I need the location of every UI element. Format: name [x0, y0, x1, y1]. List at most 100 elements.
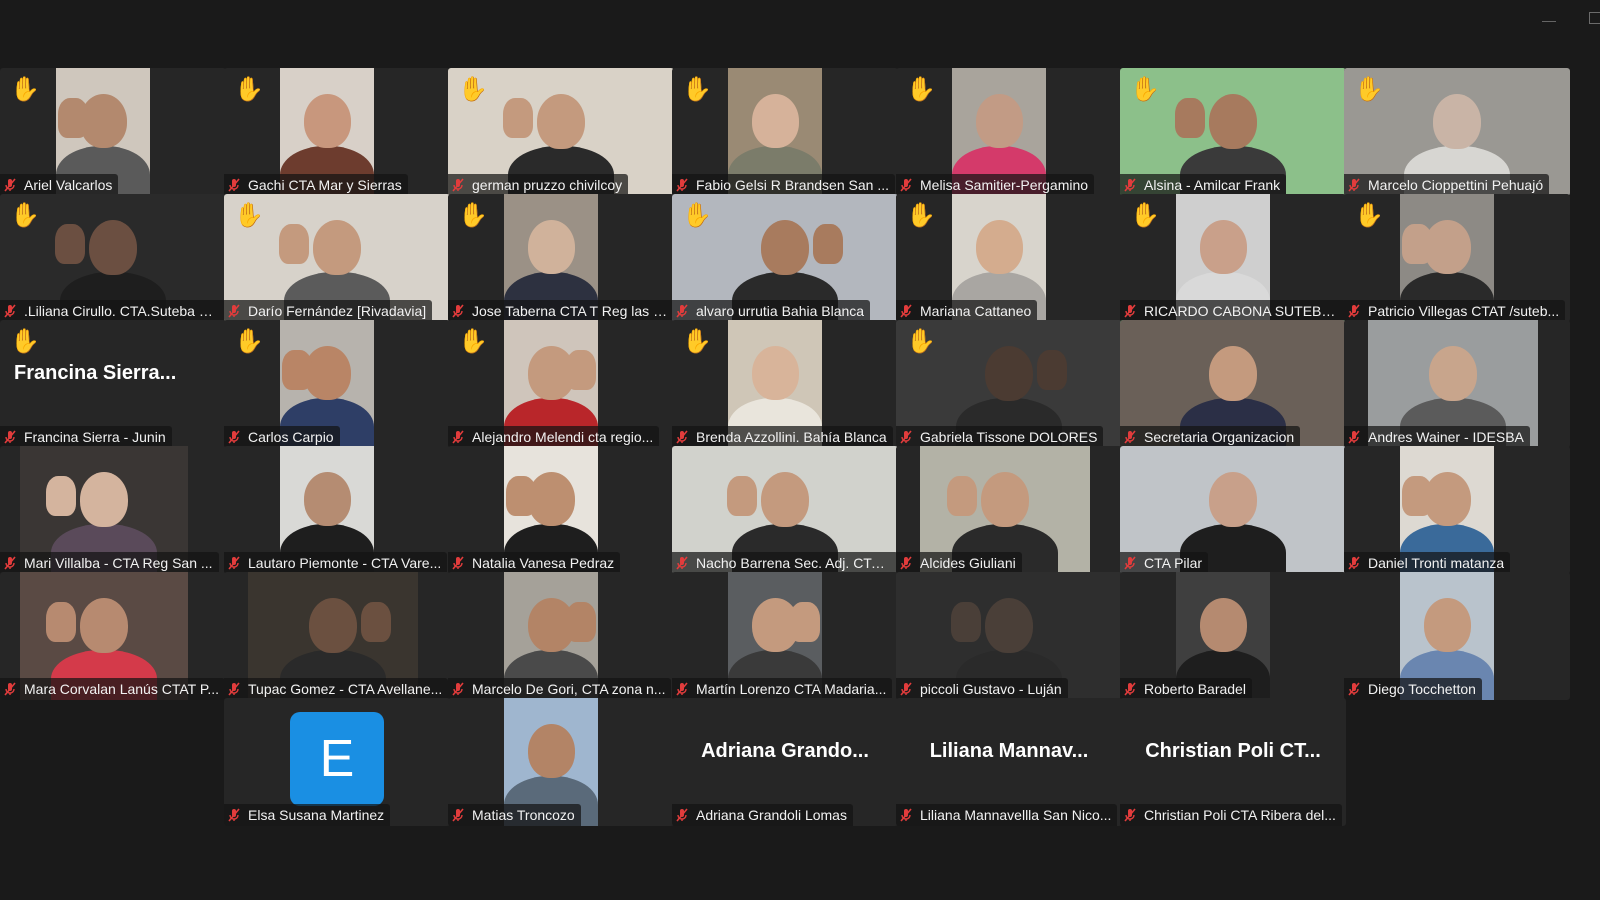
participant-head [303, 94, 351, 149]
mic-muted-icon [228, 430, 240, 444]
participant-tile[interactable]: ✋ Mariana Cattaneo [896, 194, 1122, 322]
participant-name: Martín Lorenzo CTA Madaria... [696, 681, 887, 697]
participant-tile[interactable]: ✋ Fabio Gelsi R Brandsen San ... [672, 68, 898, 196]
participant-tile[interactable]: Christian Poli CT... Christian Poli CTA R… [1120, 698, 1346, 826]
participant-tile[interactable]: Diego Tocchetton [1344, 572, 1570, 700]
participant-tile[interactable]: ✋ Gabriela Tissone DOLORES [896, 320, 1122, 448]
participant-tile[interactable]: Marcelo De Gori, CTA zona n... [448, 572, 674, 700]
mic-muted-icon [1124, 682, 1136, 696]
maximize-icon[interactable] [1589, 12, 1600, 24]
participant-tile[interactable]: Adriana Grando... Adriana Grandoli Lomas [672, 698, 898, 826]
participant-tile[interactable]: ✋ Alsina - Amilcar Frank [1120, 68, 1346, 196]
mic-muted-icon [900, 682, 912, 696]
participant-tile[interactable]: ✋ Carlos Carpio [224, 320, 450, 448]
participant-tile[interactable]: ✋ Marcelo Cioppettini Pehuajó [1344, 68, 1570, 196]
participant-tile[interactable]: Tupac Gomez - CTA Avellane... [224, 572, 450, 700]
participant-name: Alejandro Melendi cta regio... [472, 429, 654, 445]
participant-tile[interactable]: Daniel Tronti matanza [1344, 446, 1570, 574]
participant-tile[interactable]: E Elsa Susana Martinez [224, 698, 450, 826]
participant-tile[interactable]: ✋ Jose Taberna CTA T Reg las h... [448, 194, 674, 322]
participant-tile[interactable]: ✋ Patricio Villegas CTAT /suteb... [1344, 194, 1570, 322]
participant-name-bar: Gabriela Tissone DOLORES [896, 426, 1104, 448]
participant-tile[interactable]: ✋ .Liliana Cirullo. CTA.Suteba R... [0, 194, 226, 322]
participant-name-bar: RICARDO CABONA SUTEBA ... [1120, 300, 1346, 322]
raised-hand-icon: ✋ [906, 76, 936, 103]
participant-tile[interactable]: ✋ RICARDO CABONA SUTEBA ... [1120, 194, 1346, 322]
participant-tile[interactable]: CTA Pilar [1120, 446, 1346, 574]
participant-head [751, 346, 799, 401]
mic-muted-icon [228, 556, 240, 570]
participant-name-bar: Mara Corvalan Lanús CTAT P... [0, 678, 226, 700]
participant-name-bar: alvaro urrutia Bahia Blanca [672, 300, 871, 322]
participant-name: .Liliana Cirullo. CTA.Suteba R... [24, 303, 220, 319]
minimize-icon[interactable]: — [1542, 12, 1556, 28]
participant-name-bar: Lautaro Piemonte - CTA Vare... [224, 552, 448, 574]
participant-tile[interactable]: Martín Lorenzo CTA Madaria... [672, 572, 898, 700]
participant-name-bar: Mariana Cattaneo [896, 300, 1038, 322]
participant-name-bar: Alsina - Amilcar Frank [1120, 174, 1287, 196]
participant-display-name: Christian Poli CT... [1145, 740, 1321, 762]
mic-muted-icon [228, 178, 240, 192]
participant-name: Darío Fernández [Rivadavia] [248, 303, 427, 319]
waving-hand [55, 224, 85, 264]
participant-head [527, 220, 575, 275]
participant-head [1423, 598, 1471, 653]
participant-head [80, 598, 128, 654]
participant-tile[interactable]: ✋ alvaro urrutia Bahia Blanca [672, 194, 898, 322]
participant-tile[interactable]: Lautaro Piemonte - CTA Vare... [224, 446, 450, 574]
participant-name-bar: Mari Villalba - CTA Reg San ... [0, 552, 219, 574]
participant-name: Roberto Baradel [1144, 681, 1246, 697]
participant-tile[interactable]: Matias Troncozo [448, 698, 674, 826]
participant-name: Gabriela Tissone DOLORES [920, 429, 1098, 445]
participant-tile[interactable]: piccoli Gustavo - Luján [896, 572, 1122, 700]
participant-tile[interactable]: ✋ Gachi CTA Mar y Sierras [224, 68, 450, 196]
mic-muted-icon [1348, 304, 1360, 318]
mic-muted-icon [900, 304, 912, 318]
participant-tile[interactable]: Nacho Barrena Sec. Adj. CTA ... [672, 446, 898, 574]
participant-tile[interactable]: ✋ german pruzzo chivilcoy [448, 68, 674, 196]
waving-hand [566, 602, 596, 642]
mic-muted-icon [4, 304, 16, 318]
mic-muted-icon [1124, 556, 1136, 570]
participant-tile[interactable]: Liliana Mannav... Liliana Mannavellla San… [896, 698, 1122, 826]
participant-head [761, 220, 809, 276]
participant-head [1209, 94, 1257, 150]
participant-name-bar: Melisa Samitier-Pergamino [896, 174, 1095, 196]
mic-muted-icon [900, 556, 912, 570]
participant-head [985, 346, 1033, 402]
participant-tile[interactable]: Andres Wainer - IDESBA [1344, 320, 1570, 448]
participant-tile[interactable]: ✋ Brenda Azzollini. Bahía Blanca [672, 320, 898, 448]
mic-muted-icon [1348, 682, 1360, 696]
participant-tile[interactable]: ✋ Alejandro Melendi cta regio... [448, 320, 674, 448]
participant-name: alvaro urrutia Bahia Blanca [696, 303, 865, 319]
participant-name-bar: Francina Sierra - Junin [0, 426, 172, 448]
participant-name-bar: Liliana Mannavellla San Nico... [896, 804, 1118, 826]
participant-tile[interactable]: ✋ Melisa Samitier-Pergamino [896, 68, 1122, 196]
waving-hand [1402, 476, 1432, 516]
participant-tile[interactable]: ✋ Darío Fernández [Rivadavia] [224, 194, 450, 322]
mic-muted-icon [1124, 430, 1136, 444]
participant-tile[interactable]: Secretaria Organizacion [1120, 320, 1346, 448]
participant-tile[interactable]: ✋ Ariel Valcarlos [0, 68, 226, 196]
participant-head [985, 598, 1033, 654]
participant-tile[interactable]: Roberto Baradel [1120, 572, 1346, 700]
waving-hand [1175, 98, 1205, 138]
mic-muted-icon [900, 178, 912, 192]
participant-name: Adriana Grandoli Lomas [696, 807, 847, 823]
participant-tile[interactable]: Alcides Giuliani [896, 446, 1122, 574]
participant-name-bar: Alejandro Melendi cta regio... [448, 426, 660, 448]
participant-tile[interactable]: Francina Sierra... ✋ Francina Sierra - Jun… [0, 320, 226, 448]
participant-tile[interactable]: Mari Villalba - CTA Reg San ... [0, 446, 226, 574]
participant-name: Gachi CTA Mar y Sierras [248, 177, 402, 193]
mic-muted-icon [4, 556, 16, 570]
participant-head [1209, 346, 1257, 402]
avatar: E [290, 712, 384, 806]
participant-name: Natalia Vanesa Pedraz [472, 555, 615, 571]
participant-tile[interactable]: Natalia Vanesa Pedraz [448, 446, 674, 574]
raised-hand-icon: ✋ [234, 202, 264, 229]
participant-name-bar: german pruzzo chivilcoy [448, 174, 629, 196]
participant-tile[interactable]: Mara Corvalan Lanús CTAT P... [0, 572, 226, 700]
mic-muted-icon [676, 304, 688, 318]
participant-name: Marcelo Cioppettini Pehuajó [1368, 177, 1544, 193]
mic-muted-icon [676, 808, 688, 822]
